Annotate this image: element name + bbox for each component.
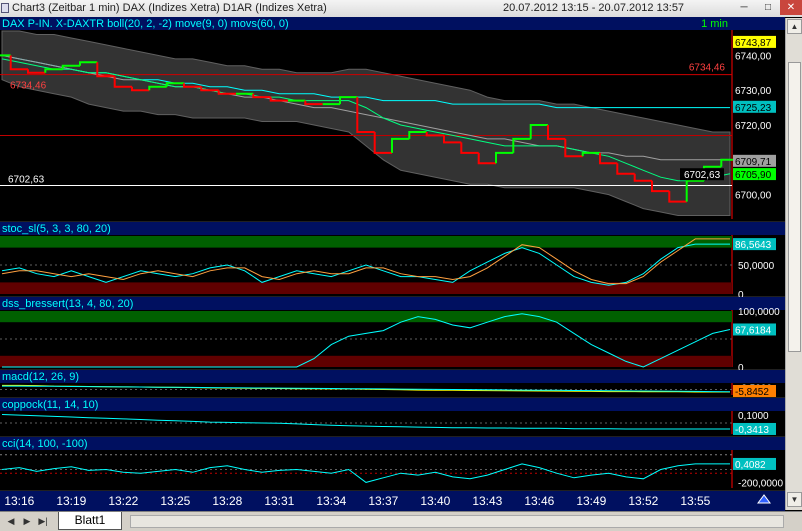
x-tick-label: 13:28 xyxy=(212,494,242,508)
x-tick-label: 13:46 xyxy=(524,494,554,508)
panel-title-2: dss_bressert(13, 4, 80, 20) xyxy=(2,298,133,310)
bollinger-band xyxy=(1,30,731,216)
x-tick-label: 13:37 xyxy=(368,494,398,508)
tab-last-icon[interactable]: ▶| xyxy=(36,514,50,528)
value-box-label: -0,3413 xyxy=(735,425,769,436)
x-tick-label: 13:22 xyxy=(108,494,138,508)
scroll-right-icon[interactable]: ▶ xyxy=(20,514,34,528)
oversold-zone xyxy=(0,282,732,294)
panel-header-1 xyxy=(0,222,785,235)
value-box-label: 0,4082 xyxy=(735,460,766,471)
scroll-thumb[interactable] xyxy=(788,62,801,352)
x-tick-label: 13:34 xyxy=(316,494,346,508)
oversold-zone xyxy=(0,355,732,367)
panel-title-1: stoc_sl(5, 3, 3, 80, 20) xyxy=(2,223,111,235)
x-tick-label: 13:43 xyxy=(472,494,502,508)
chart-window-icon xyxy=(1,3,9,13)
panel-title-0: DAX P-IN. X-DAXTR boll(20, 2, -2) move(9… xyxy=(2,18,289,30)
window-title: Chart3 (Zeitbar 1 min) DAX (Indizes Xetr… xyxy=(12,2,327,14)
panel-header-4 xyxy=(0,398,785,411)
x-tick-label: 13:19 xyxy=(56,494,86,508)
panel-title-5: cci(14, 100, -100) xyxy=(2,438,88,450)
panel-header-3 xyxy=(0,370,785,383)
overbought-zone xyxy=(0,311,732,323)
minimize-icon[interactable]: ─ xyxy=(732,0,756,15)
left-line-label: 6734,46 xyxy=(10,81,47,92)
right-line-label: 6734,46 xyxy=(689,63,726,74)
y-tick-label: 6720,00 xyxy=(735,121,772,132)
timeframe-label: 1 min xyxy=(701,18,728,30)
x-tick-label: 13:31 xyxy=(264,494,294,508)
y-tick-label: 6700,00 xyxy=(735,191,772,202)
scroll-down-icon[interactable]: ▼ xyxy=(787,492,802,507)
date-range: 20.07.2012 13:15 - 20.07.2012 13:57 xyxy=(503,2,685,14)
close-icon[interactable]: ✕ xyxy=(780,0,802,15)
low-marker-label: 6702,63 xyxy=(684,170,721,181)
indicator-line-coppock xyxy=(1,414,730,430)
x-tick-label: 13:52 xyxy=(628,494,658,508)
y-tick-label: 6730,00 xyxy=(735,86,772,97)
panel-title-4: coppock(11, 14, 10) xyxy=(2,399,98,411)
value-box-label: 6709,71 xyxy=(735,157,772,168)
x-tick-label: 13:25 xyxy=(160,494,190,508)
value-box-label: 6743,87 xyxy=(735,38,772,49)
x-tick-label: 13:55 xyxy=(680,494,710,508)
panel-title-3: macd(12, 26, 9) xyxy=(2,371,79,383)
x-tick-label: 13:49 xyxy=(576,494,606,508)
y-tick-label: -200,0000 xyxy=(738,478,783,489)
scroll-left-icon[interactable]: ◀ xyxy=(4,514,18,528)
y-tick-label: 6740,00 xyxy=(735,51,772,62)
title-bar: Chart3 (Zeitbar 1 min) DAX (Indizes Xetr… xyxy=(0,0,802,18)
value-box-label: 6705,90 xyxy=(735,170,772,181)
tab-blatt1[interactable]: Blatt1 xyxy=(58,512,122,530)
scroll-up-icon[interactable]: ▲ xyxy=(787,19,802,34)
left-low-label: 6702,63 xyxy=(8,174,45,185)
x-tick-label: 13:16 xyxy=(4,494,34,508)
horizontal-scrollbar[interactable] xyxy=(130,515,784,528)
y-tick-label: 100,0000 xyxy=(738,307,780,318)
panel-header-5 xyxy=(0,437,785,450)
value-box-label: -5,8452 xyxy=(735,387,769,398)
value-box-label: 86,5643 xyxy=(735,240,772,251)
sheet-tab-bar: ◀ ▶ ▶| Blatt1 xyxy=(0,511,802,531)
value-box-label: 6725,23 xyxy=(735,103,772,114)
chart-area[interactable]: DAX P-IN. X-DAXTR boll(20, 2, -2) move(9… xyxy=(0,17,802,511)
vertical-scrollbar[interactable]: ▲ ▼ xyxy=(785,18,802,510)
overbought-zone xyxy=(0,236,732,248)
y-tick-label: 0,1000 xyxy=(738,411,769,422)
indicator-line-signal xyxy=(2,385,731,393)
y-tick-label: 50,0000 xyxy=(738,261,775,272)
x-tick-label: 13:40 xyxy=(420,494,450,508)
value-box-label: 67,6184 xyxy=(735,325,772,336)
chart-svg: DAX P-IN. X-DAXTR boll(20, 2, -2) move(9… xyxy=(0,17,785,511)
maximize-icon[interactable]: □ xyxy=(756,0,780,15)
